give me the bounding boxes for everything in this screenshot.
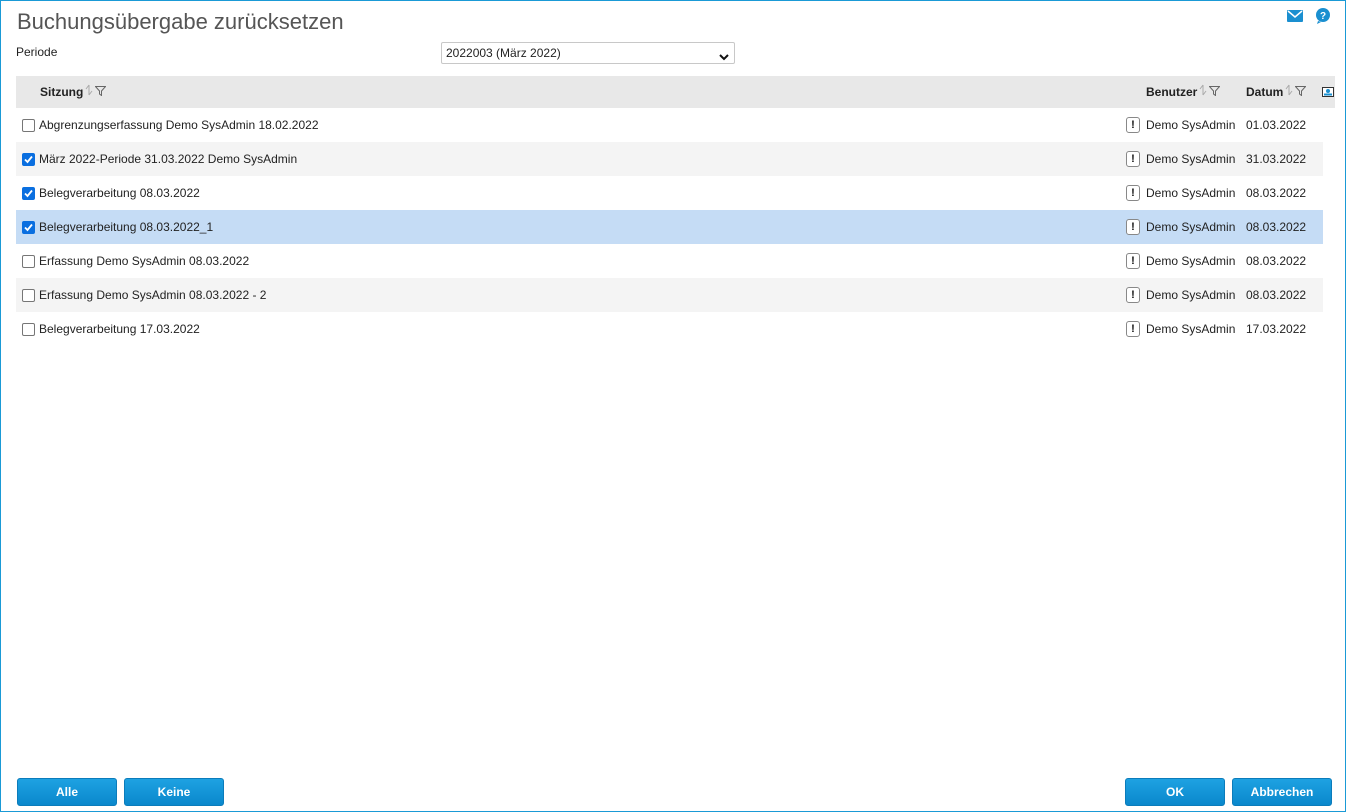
warning-icon[interactable]: ! [1126,287,1140,303]
cell-benutzer: Demo SysAdmin [1146,118,1236,132]
warning-icon[interactable]: ! [1126,321,1140,337]
cell-datum: 17.03.2022 [1246,322,1307,336]
sort-icon[interactable] [85,76,93,108]
cell-datum: 08.03.2022 [1246,288,1307,302]
cell-sitzung: Erfassung Demo SysAdmin 08.03.2022 - 2 [39,288,267,302]
table-row[interactable]: Erfassung Demo SysAdmin 08.03.2022 - 2! D… [16,278,1323,312]
cell-datum: 01.03.2022 [1246,118,1307,132]
table-row[interactable]: Abgrenzungserfassung Demo SysAdmin 18.02… [16,108,1323,142]
cell-benutzer: Demo SysAdmin [1146,186,1236,200]
column-label-sitzung: Sitzung [40,85,84,99]
period-select-value: 2022003 (März 2022) [446,46,561,60]
filter-icon[interactable] [94,76,107,108]
table-body: Abgrenzungserfassung Demo SysAdmin 18.02… [16,108,1335,346]
sort-icon[interactable] [1285,76,1293,108]
cancel-button[interactable]: Abbrechen [1232,778,1332,806]
cell-benutzer: Demo SysAdmin [1146,220,1236,234]
table-row[interactable]: März 2022-Periode 31.03.2022 Demo SysAdm… [16,142,1323,176]
warning-icon[interactable]: ! [1126,117,1140,133]
cell-datum: 08.03.2022 [1246,186,1307,200]
filter-icon[interactable] [1294,76,1307,108]
column-chooser-icon[interactable] [1322,76,1334,108]
cell-datum: 08.03.2022 [1246,220,1307,234]
row-checkbox[interactable] [22,323,35,336]
row-checkbox[interactable] [22,187,35,200]
row-checkbox[interactable] [22,221,35,234]
table-row[interactable]: Belegverarbeitung 08.03.2022! Demo SysAdm… [16,176,1323,210]
cell-benutzer: Demo SysAdmin [1146,288,1236,302]
cell-sitzung: Belegverarbeitung 08.03.2022 [39,186,200,200]
row-checkbox[interactable] [22,153,35,166]
column-header-datum[interactable]: Datum [1246,76,1307,108]
warning-icon[interactable]: ! [1126,151,1140,167]
row-checkbox[interactable] [22,119,35,132]
table-row[interactable]: Erfassung Demo SysAdmin 08.03.2022! Demo … [16,244,1323,278]
table-header: Sitzung Benutzer Datum [16,76,1335,108]
cell-sitzung: Erfassung Demo SysAdmin 08.03.2022 [39,254,250,268]
warning-icon[interactable]: ! [1126,219,1140,235]
mail-icon[interactable] [1287,10,1303,22]
cell-benutzer: Demo SysAdmin [1146,152,1236,166]
row-checkbox[interactable] [22,289,35,302]
row-checkbox[interactable] [22,255,35,268]
cell-benutzer: Demo SysAdmin [1146,322,1236,336]
cell-datum: 08.03.2022 [1246,254,1307,268]
ok-button[interactable]: OK [1125,778,1225,806]
column-label-datum: Datum [1246,85,1284,99]
cell-sitzung: März 2022-Periode 31.03.2022 Demo SysAdm… [39,152,298,166]
table-row[interactable]: Belegverarbeitung 08.03.2022_1! Demo SysA… [16,210,1323,244]
warning-icon[interactable]: ! [1126,185,1140,201]
warning-icon[interactable]: ! [1126,253,1140,269]
cell-sitzung: Belegverarbeitung 17.03.2022 [39,322,200,336]
column-header-sitzung[interactable]: Sitzung [40,76,107,108]
page-title: Buchungsübergabe zurücksetzen [17,9,344,34]
sort-icon[interactable] [1199,76,1207,108]
help-icon[interactable]: ? [1315,8,1331,24]
cell-datum: 31.03.2022 [1246,152,1307,166]
dialog-window: Buchungsübergabe zurücksetzen ? Periode … [0,0,1346,812]
svg-text:?: ? [1320,11,1326,22]
column-header-benutzer[interactable]: Benutzer [1146,76,1221,108]
cell-benutzer: Demo SysAdmin [1146,254,1236,268]
cell-sitzung: Abgrenzungserfassung Demo SysAdmin 18.02… [39,118,319,132]
period-select[interactable]: 2022003 (März 2022) [441,42,735,64]
column-label-benutzer: Benutzer [1146,85,1198,99]
top-icons: ? [1287,8,1331,24]
chevron-down-icon [718,48,730,68]
filter-icon[interactable] [1208,76,1221,108]
period-label: Periode [16,45,58,59]
sessions-table: Sitzung Benutzer Datum Abgrenzungserfass… [16,76,1335,346]
select-all-button[interactable]: Alle [17,778,117,806]
cell-sitzung: Belegverarbeitung 08.03.2022_1 [39,220,214,234]
select-none-button[interactable]: Keine [124,778,224,806]
table-row[interactable]: Belegverarbeitung 17.03.2022! Demo SysAdm… [16,312,1323,346]
